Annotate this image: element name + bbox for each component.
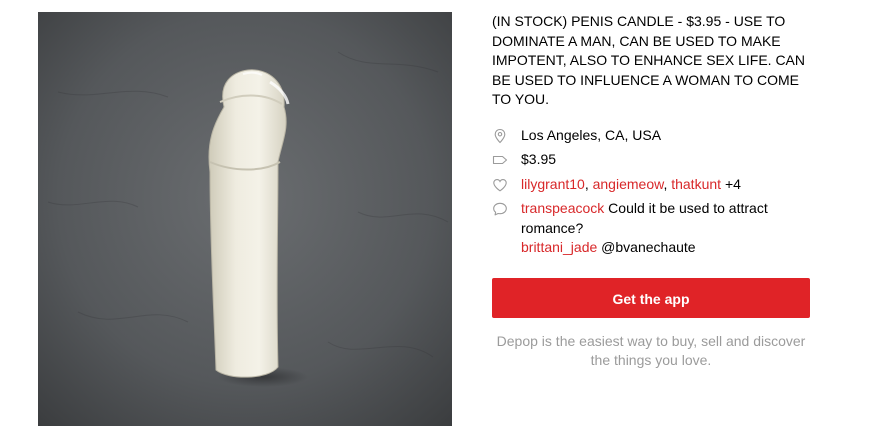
likes-row: lilygrant10, angiemeow, thatkunt +4 (492, 175, 812, 195)
comment-item: transpeacock Could it be used to attract… (521, 199, 812, 238)
location-row: Los Angeles, CA, USA (492, 126, 812, 146)
get-the-app-button[interactable]: Get the app (492, 277, 810, 318)
product-page: (IN STOCK) PENIS CANDLE - $3.95 - USE TO… (0, 0, 869, 435)
location-text: Los Angeles, CA, USA (521, 126, 662, 143)
location-pin-icon (494, 128, 506, 143)
price-text: $3.95 (521, 151, 557, 167)
price-tag-icon (492, 155, 508, 165)
likes-more-count[interactable]: +4 (725, 176, 741, 192)
product-details: (IN STOCK) PENIS CANDLE - $3.95 - USE TO… (492, 12, 812, 371)
tagline: Depop is the easiest way to buy, sell an… (496, 332, 806, 369)
product-photo[interactable] (38, 12, 452, 426)
like-user-link[interactable]: angiemeow (593, 176, 664, 192)
product-description: (IN STOCK) PENIS CANDLE - $3.95 - USE TO… (492, 13, 806, 107)
comment-user-link[interactable]: transpeacock (521, 200, 604, 216)
candle-image (38, 12, 452, 426)
comment-list: transpeacock Could it be used to attract… (521, 199, 812, 258)
speech-bubble-icon (493, 202, 507, 216)
heart-icon[interactable] (492, 177, 508, 193)
likes-list: lilygrant10, angiemeow, thatkunt +4 (521, 175, 741, 192)
price-row: $3.95 (492, 150, 812, 170)
comment-text: @bvanechaute (601, 239, 696, 255)
comment-item: brittani_jade @bvanechaute (521, 238, 812, 258)
like-user-link[interactable]: lilygrant10 (521, 176, 585, 192)
comments-row: transpeacock Could it be used to attract… (492, 199, 812, 258)
comment-user-link[interactable]: brittani_jade (521, 239, 597, 255)
like-user-link[interactable]: thatkunt (671, 176, 721, 192)
